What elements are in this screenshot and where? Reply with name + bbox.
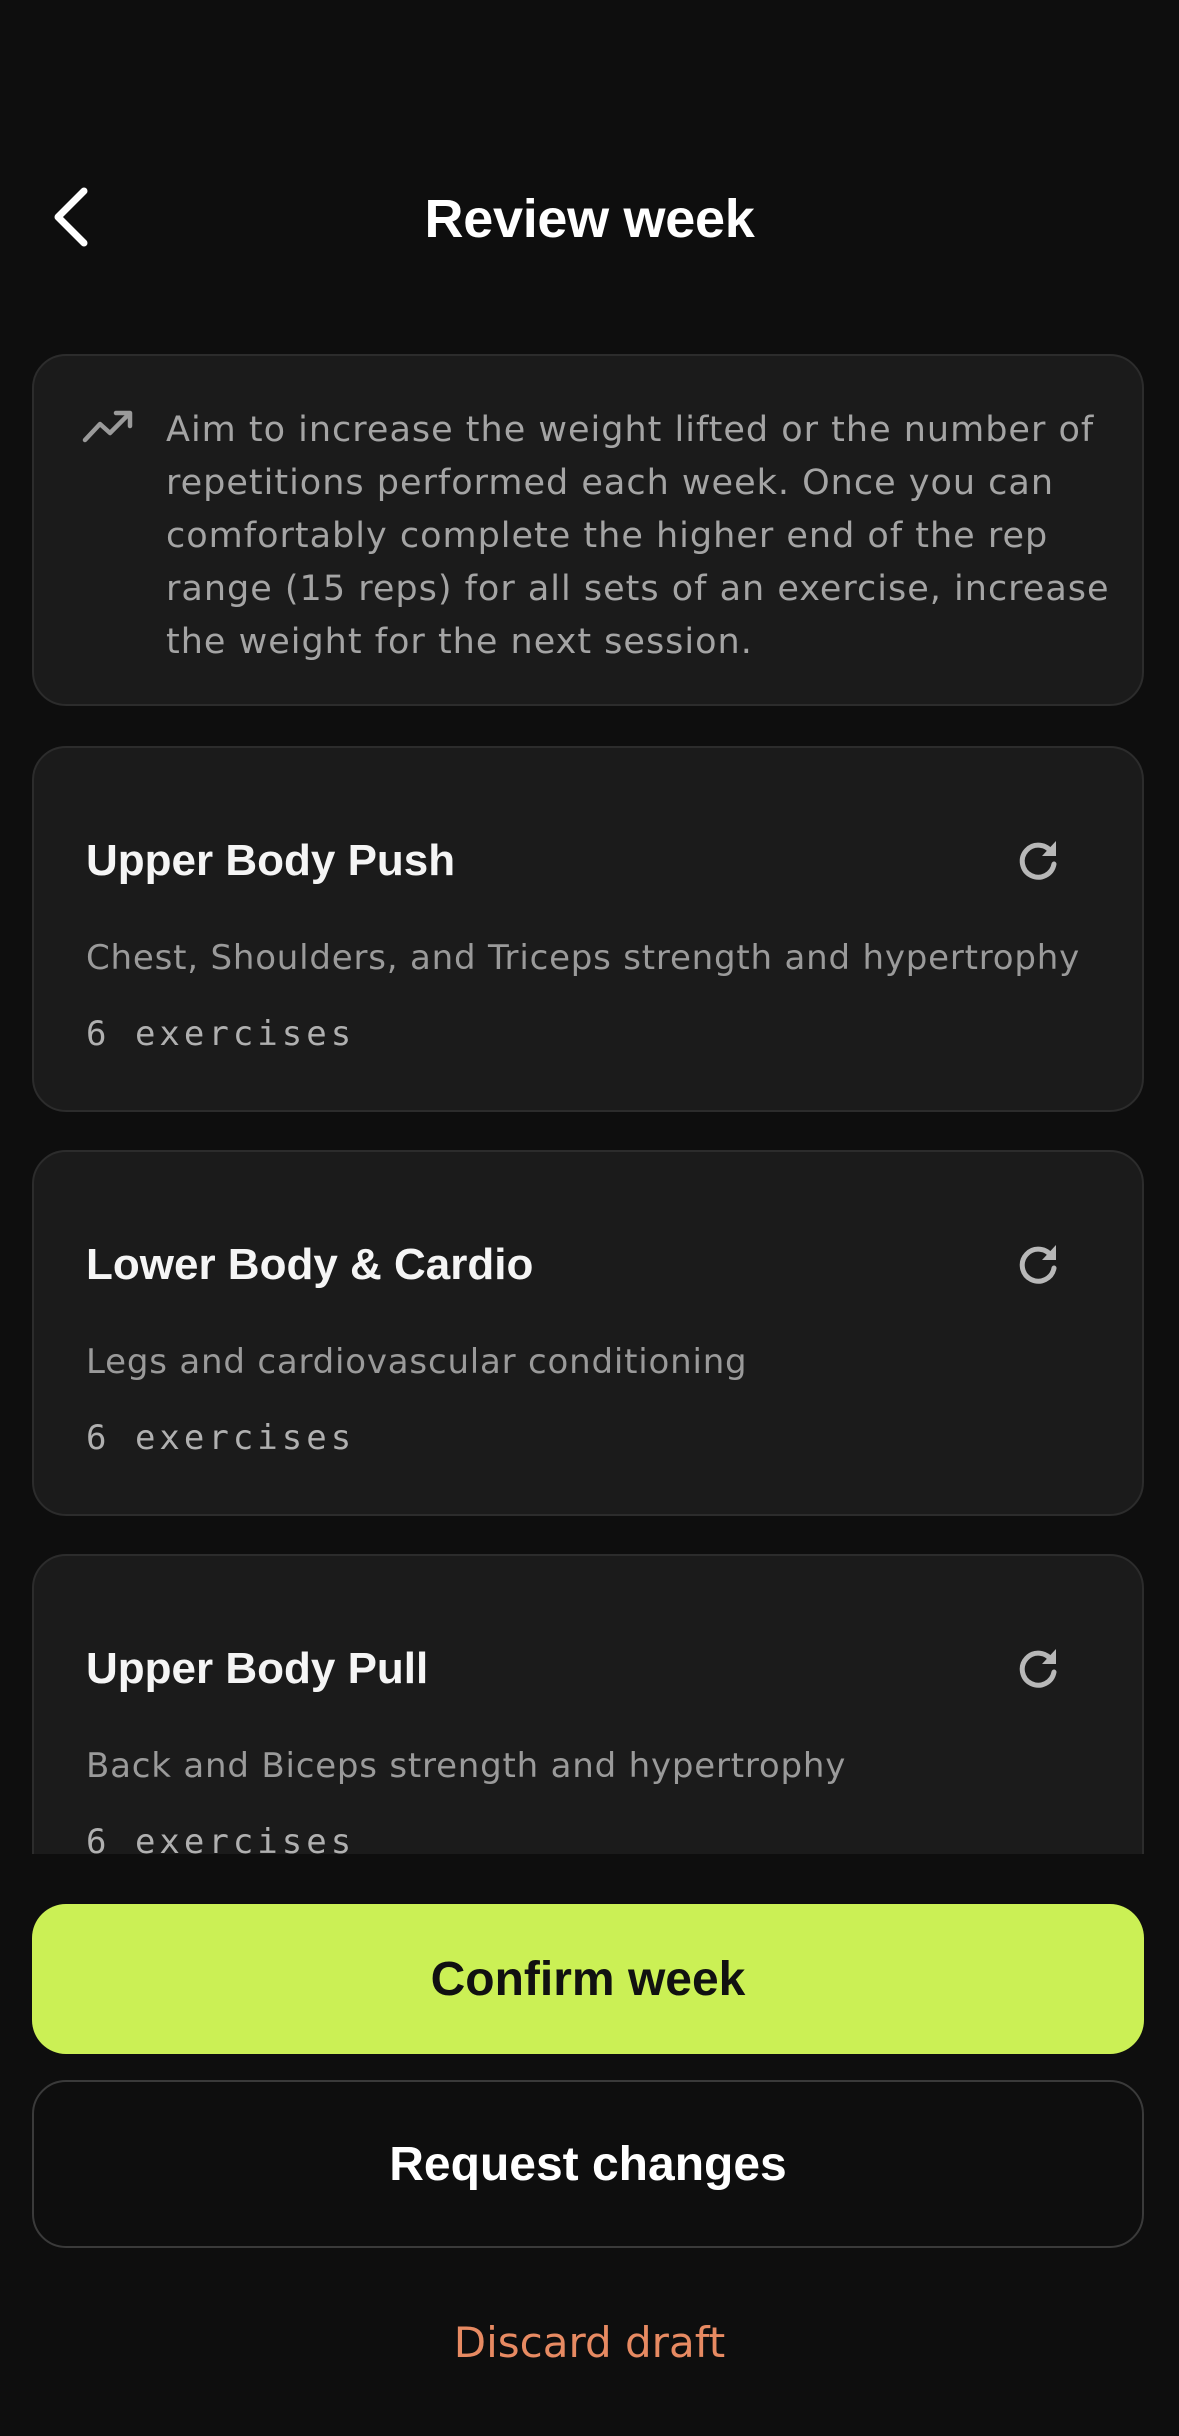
workout-list[interactable]: Aim to increase the weight lifted or the… bbox=[0, 340, 1179, 1854]
workout-title: Upper Body Push bbox=[86, 836, 456, 885]
refresh-icon bbox=[1019, 841, 1057, 880]
workout-card-upper-body-pull[interactable]: Upper Body Pull Back and Biceps strength… bbox=[32, 1554, 1144, 1854]
workout-card-upper-body-push[interactable]: Upper Body Push Chest, Shoulders, and Tr… bbox=[32, 746, 1144, 1112]
exercise-count: 6 exercises bbox=[86, 1822, 356, 1854]
regenerate-button[interactable] bbox=[1012, 1238, 1064, 1290]
confirm-week-button[interactable]: Confirm week bbox=[32, 1904, 1144, 2054]
exercise-count: 6 exercises bbox=[86, 1418, 356, 1458]
workout-description: Legs and cardiovascular conditioning bbox=[86, 1342, 748, 1382]
refresh-icon bbox=[1019, 1649, 1057, 1688]
workout-description: Back and Biceps strength and hypertrophy bbox=[86, 1746, 847, 1786]
header: Review week bbox=[0, 150, 1179, 286]
request-changes-button[interactable]: Request changes bbox=[32, 2080, 1144, 2248]
workout-title: Upper Body Pull bbox=[86, 1644, 429, 1693]
workout-title: Lower Body & Cardio bbox=[86, 1240, 534, 1289]
workout-description: Chest, Shoulders, and Triceps strength a… bbox=[86, 938, 1081, 978]
tip-text: Aim to increase the weight lifted or the… bbox=[166, 410, 1110, 662]
refresh-icon bbox=[1019, 1245, 1057, 1284]
progression-tip-card: Aim to increase the weight lifted or the… bbox=[32, 354, 1144, 706]
workout-card-lower-body-cardio[interactable]: Lower Body & Cardio Legs and cardiovascu… bbox=[32, 1150, 1144, 1516]
page-title: Review week bbox=[424, 189, 755, 249]
regenerate-button[interactable] bbox=[1012, 1642, 1064, 1694]
regenerate-button[interactable] bbox=[1012, 834, 1064, 886]
review-week-screen: Review week Aim to increase the weight l… bbox=[0, 0, 1179, 2436]
trending-up-icon bbox=[82, 410, 133, 443]
discard-draft-link[interactable]: Discard draft bbox=[0, 2318, 1179, 2367]
exercise-count: 6 exercises bbox=[86, 1014, 356, 1054]
